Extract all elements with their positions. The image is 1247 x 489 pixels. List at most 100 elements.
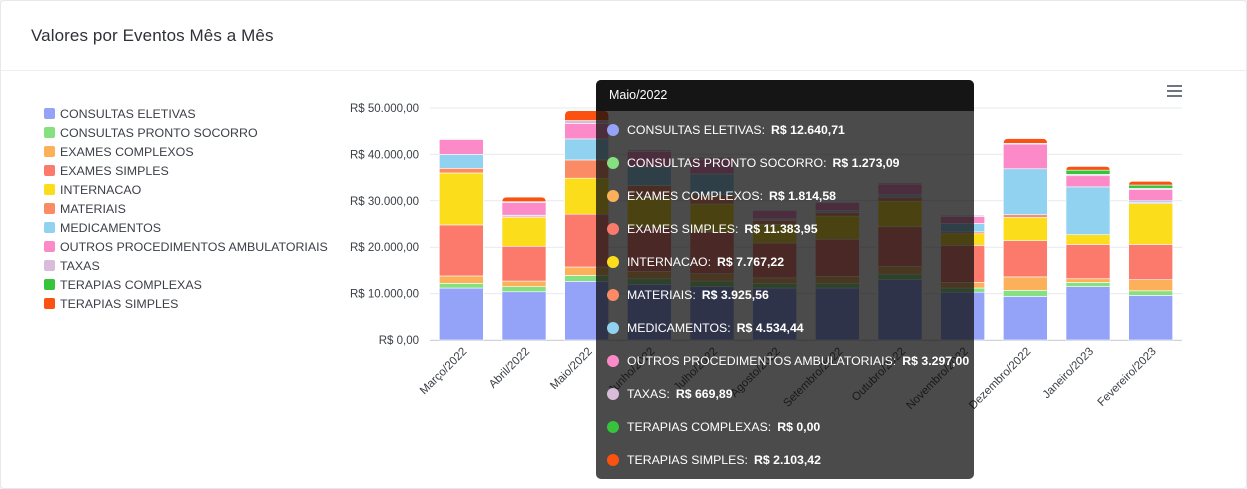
tooltip-label: EXAMES SIMPLES:: [627, 222, 739, 236]
tooltip-dot: [607, 157, 619, 169]
x-tick-label: Dezembro/2022: [967, 346, 1033, 412]
y-tick-label: R$ 50.000,00: [350, 103, 419, 115]
tooltip-value: R$ 1.814,58: [769, 189, 837, 203]
bar-segment: [501, 291, 547, 341]
bar-segment: [1003, 296, 1048, 341]
bar-segment: [439, 287, 484, 341]
tooltip-label: EXAMES COMPLEXOS:: [627, 189, 763, 203]
bar-segment: [1003, 214, 1048, 218]
y-tick-label: R$ 40.000,00: [350, 149, 419, 161]
tooltip-value: R$ 669,89: [675, 387, 733, 401]
bar-segment: [439, 283, 484, 289]
tooltip-row: EXAMES SIMPLES: R$ 11.383,95: [607, 220, 818, 238]
tooltip-dot: [607, 124, 619, 136]
bar-segment: [501, 217, 547, 247]
y-tick-label: R$ 20.000,00: [350, 242, 419, 254]
bar-segment: [1003, 240, 1048, 278]
tooltip-value: R$ 3.925,56: [701, 288, 769, 302]
tooltip-dot: [607, 454, 619, 466]
bar-segment: [1003, 138, 1048, 144]
bar-segment: [1065, 278, 1111, 283]
y-tick-label: R$ 0,00: [379, 335, 419, 347]
bar-segment: [1003, 168, 1048, 216]
x-tick-label: Março/2022: [418, 346, 469, 397]
bar-segment: [501, 245, 547, 282]
x-tick-label: Maio/2022: [548, 346, 594, 392]
tooltip-value: R$ 3.297,00: [902, 354, 970, 368]
tooltip-row: CONSULTAS ELETIVAS: R$ 12.640,71: [607, 121, 845, 139]
x-tick-label: Fevereiro/2023: [1096, 346, 1159, 409]
bar-segment: [1003, 143, 1048, 170]
tooltip-row: TAXAS: R$ 669,89: [607, 385, 733, 403]
tooltip-row: INTERNACAO: R$ 7.767,22: [607, 253, 784, 271]
tooltip-value: R$ 1.273,09: [832, 156, 900, 170]
tooltip-dot: [607, 190, 619, 202]
y-tick-label: R$ 30.000,00: [350, 196, 419, 208]
tooltip-dot: [607, 322, 619, 334]
tooltip-value: R$ 12.640,71: [771, 123, 845, 137]
tooltip-row: CONSULTAS PRONTO SOCORRO: R$ 1.273,09: [607, 154, 900, 172]
tooltip-dot: [607, 223, 619, 235]
tooltip-label: INTERNACAO:: [627, 255, 712, 269]
tooltip-label: OUTROS PROCEDIMENTOS AMBULATORIAIS:: [627, 354, 897, 368]
tooltip-value: R$ 0,00: [777, 420, 821, 434]
tooltip-row: EXAMES COMPLEXOS: R$ 1.814,58: [607, 187, 836, 205]
bar-segment: [1128, 181, 1173, 186]
x-tick-label: Abril/2022: [487, 346, 532, 391]
bar-segment: [439, 139, 484, 155]
bar-segment: [1003, 290, 1048, 297]
tooltip-label: MEDICAMENTOS:: [627, 321, 731, 335]
tooltip-dot: [607, 388, 619, 400]
bar-segment: [501, 280, 547, 287]
bar-segment: [1128, 279, 1173, 292]
tooltip-value: R$ 2.103,42: [753, 453, 821, 467]
tooltip-row: MEDICAMENTOS: R$ 4.534,44: [607, 319, 804, 337]
bar-segment: [1065, 234, 1111, 245]
tooltip-dot: [607, 355, 619, 367]
bar-segment: [1065, 244, 1111, 280]
bar-segment: [1128, 295, 1173, 341]
tooltip-value: R$ 4.534,44: [736, 321, 804, 335]
tooltip-label: CONSULTAS ELETIVAS:: [627, 123, 766, 137]
bar-segment: [439, 168, 484, 174]
tooltip-label: MATERIAIS:: [627, 288, 696, 302]
bar-segment: [1065, 166, 1111, 171]
bar-segment: [1065, 169, 1111, 175]
tooltip-row: OUTROS PROCEDIMENTOS AMBULATORIAIS: R$ 3.…: [607, 352, 969, 370]
bar-segment: [501, 196, 547, 203]
tooltip-label: TERAPIAS SIMPLES:: [627, 453, 748, 467]
bar-segment: [439, 275, 484, 284]
bar-segment: [1003, 276, 1048, 291]
tooltip-row: MATERIAIS: R$ 3.925,56: [607, 286, 769, 304]
bar-segment: [439, 154, 484, 169]
bar-segment: [501, 202, 547, 216]
bar-segment: [1128, 184, 1173, 189]
bar-segment: [1065, 286, 1111, 341]
bar-segment: [439, 224, 484, 277]
x-tick-label: Janeiro/2023: [1041, 346, 1097, 402]
bar-segment: [1003, 217, 1048, 242]
bar-segment: [1065, 186, 1111, 235]
tooltip-dot: [607, 256, 619, 268]
bar-segment: [1128, 189, 1173, 202]
bar-segment: [1128, 203, 1173, 245]
bar-segment: [1128, 244, 1173, 280]
bar-segment: [1065, 282, 1111, 287]
tooltip-label: TERAPIAS COMPLEXAS:: [627, 420, 772, 434]
tooltip-value: R$ 11.383,95: [744, 222, 818, 236]
tooltip-dot: [607, 289, 619, 301]
bar-segment: [1065, 175, 1111, 188]
tooltip-row: TERAPIAS COMPLEXAS: R$ 0,00: [607, 418, 820, 436]
chart-tooltip: Maio/2022 CONSULTAS ELETIVAS: R$ 12.640,7…: [596, 80, 974, 479]
hamburger-menu-icon[interactable]: [1166, 84, 1184, 98]
tooltip-dot: [607, 421, 619, 433]
bar-segment: [439, 172, 484, 226]
y-tick-label: R$ 10.000,00: [350, 289, 419, 301]
tooltip-row: TERAPIAS SIMPLES: R$ 2.103,42: [607, 451, 821, 469]
bar-segment: [439, 138, 484, 140]
tooltip-label: TAXAS:: [627, 387, 670, 401]
tooltip-title: Maio/2022: [596, 80, 974, 111]
tooltip-label: CONSULTAS PRONTO SOCORRO:: [627, 156, 827, 170]
tooltip-value: R$ 7.767,22: [717, 255, 785, 269]
bar-segment: [501, 286, 547, 293]
